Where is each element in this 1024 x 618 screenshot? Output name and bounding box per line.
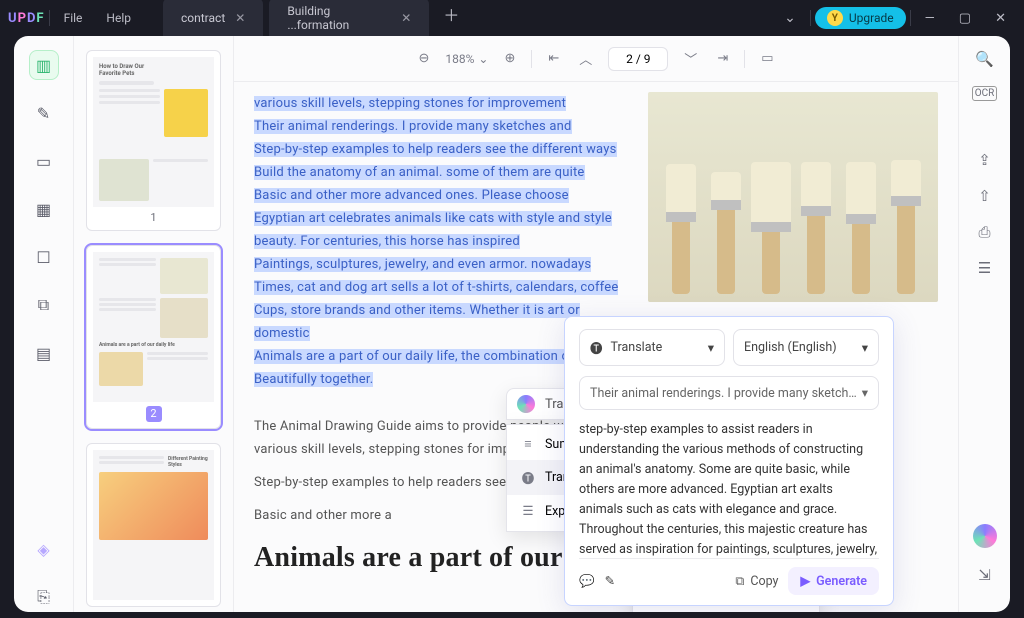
zoom-in-icon[interactable]: ⊕ (500, 49, 519, 68)
chat-icon[interactable]: 💬 (579, 574, 595, 589)
zoom-select[interactable]: 188% ⌄ (445, 52, 488, 66)
page-number: 1 (93, 211, 214, 224)
form-tool[interactable]: ☐ (29, 242, 59, 272)
ai-assistant-icon[interactable] (973, 524, 997, 548)
ai-icon (517, 395, 535, 413)
tab-building[interactable]: Building ...formation ✕ (269, 0, 429, 38)
view-mode-icon[interactable]: ▭ (757, 49, 777, 68)
first-page-icon[interactable]: ⇤ (544, 49, 563, 68)
chevron-down-icon[interactable]: ⌄ (774, 6, 806, 30)
page-thumbnail-2[interactable]: Animals are a part of our daily life 2 (86, 245, 221, 429)
annotate-tool[interactable]: ✎ (29, 98, 59, 128)
document-image-brushes (648, 92, 938, 302)
print-icon[interactable]: ⎙ (978, 223, 990, 241)
protect-icon[interactable]: ☰ (978, 259, 991, 277)
chevron-down-icon: ⌄ (478, 52, 488, 66)
title-bar: UPDF File Help contract ✕ Building ...fo… (0, 0, 1024, 36)
upgrade-label: Upgrade (849, 11, 894, 25)
copy-button[interactable]: ⧉Copy (735, 574, 778, 589)
generate-button[interactable]: ▶Generate (788, 567, 879, 595)
close-window-icon[interactable]: ✕ (985, 7, 1016, 30)
menu-help[interactable]: Help (96, 7, 141, 29)
prev-page-icon[interactable]: ︿ (575, 47, 596, 70)
workspace: ▥ ✎ ▭ ▦ ☐ ⧉ ▤ ◈ ⎘ How to Draw Our Favori… (14, 36, 1010, 612)
page-input[interactable] (608, 47, 668, 71)
close-icon[interactable]: ✕ (401, 11, 411, 25)
page-thumbnail-1[interactable]: How to Draw Our Favorite Pets 1 (86, 50, 221, 231)
next-page-icon[interactable]: ﹀ (680, 47, 701, 70)
chevron-down-icon: ▾ (708, 340, 714, 356)
tab-contract[interactable]: contract ✕ (163, 0, 263, 38)
thumbnails-panel-button[interactable]: ▥ (29, 50, 59, 80)
translation-result: step-by-step examples to assist readers … (579, 420, 879, 558)
source-preview[interactable]: Their animal renderings. I provide many … (579, 376, 879, 410)
share-icon[interactable]: ⇧ (978, 187, 991, 205)
page-tool[interactable]: ▦ (29, 194, 59, 224)
close-icon[interactable]: ✕ (235, 11, 245, 25)
add-tab-button[interactable]: ＋ (435, 0, 467, 38)
action-select[interactable]: 🅣Translate ▾ (579, 329, 725, 366)
more-tool[interactable]: ▤ (29, 338, 59, 368)
organize-tool[interactable]: ⧉ (29, 290, 59, 320)
thumbnail-pane: How to Draw Our Favorite Pets 1 (74, 36, 234, 612)
document-view: ⊖ 188% ⌄ ⊕ ⇤ ︿ ﹀ ⇥ ▭ various skill level… (234, 36, 958, 612)
explain-icon: ☰ (521, 503, 535, 519)
chevron-down-icon: ▾ (862, 340, 868, 356)
bookmark-button[interactable]: ⎘ (29, 582, 59, 612)
translate-icon: 🅣 (590, 338, 603, 357)
ocr-icon[interactable]: OCR (972, 86, 998, 101)
link-icon[interactable]: ⇲ (978, 566, 991, 584)
minimize-icon[interactable]: — (915, 7, 945, 30)
avatar: Y (827, 10, 843, 26)
translate-panel: 🅣Translate ▾ English (English) ▾ Their a… (564, 316, 894, 606)
page-number: 2 (146, 406, 162, 422)
left-tool-rail: ▥ ✎ ▭ ▦ ☐ ⧉ ▤ ◈ ⎘ (14, 36, 74, 612)
page-thumbnail-3[interactable]: Different Painting Styles (86, 443, 221, 607)
document-tabs: contract ✕ Building ...formation ✕ ＋ (163, 0, 467, 38)
export-icon[interactable]: ⇪ (978, 151, 991, 169)
maximize-icon[interactable]: ▢ (949, 7, 981, 30)
page-toolbar: ⊖ 188% ⌄ ⊕ ⇤ ︿ ﹀ ⇥ ▭ (234, 36, 958, 82)
zoom-out-icon[interactable]: ⊖ (414, 49, 433, 68)
chevron-down-icon: ▾ (862, 385, 868, 401)
app-logo: UPDF (8, 11, 45, 26)
summarize-icon: ≡ (521, 437, 535, 452)
translate-icon: 🅣 (521, 468, 535, 487)
upgrade-button[interactable]: Y Upgrade (815, 7, 906, 29)
right-tool-rail: 🔍 OCR ⇪ ⇧ ⎙ ☰ ⇲ (958, 36, 1010, 612)
menu-file[interactable]: File (54, 7, 93, 29)
search-icon[interactable]: 🔍 (975, 50, 994, 68)
copy-icon: ⧉ (735, 574, 744, 589)
tab-label: Building ...formation (287, 4, 391, 32)
highlight-result-icon[interactable]: ✎ (605, 573, 615, 589)
last-page-icon[interactable]: ⇥ (713, 49, 732, 68)
layers-button[interactable]: ◈ (29, 534, 59, 564)
target-language-select[interactable]: English (English) ▾ (733, 329, 879, 366)
tab-label: contract (181, 11, 225, 25)
comment-tool[interactable]: ▭ (29, 146, 59, 176)
lang-portuguese[interactable]: Português (Portuguese) (633, 608, 819, 612)
play-icon: ▶ (800, 573, 810, 589)
